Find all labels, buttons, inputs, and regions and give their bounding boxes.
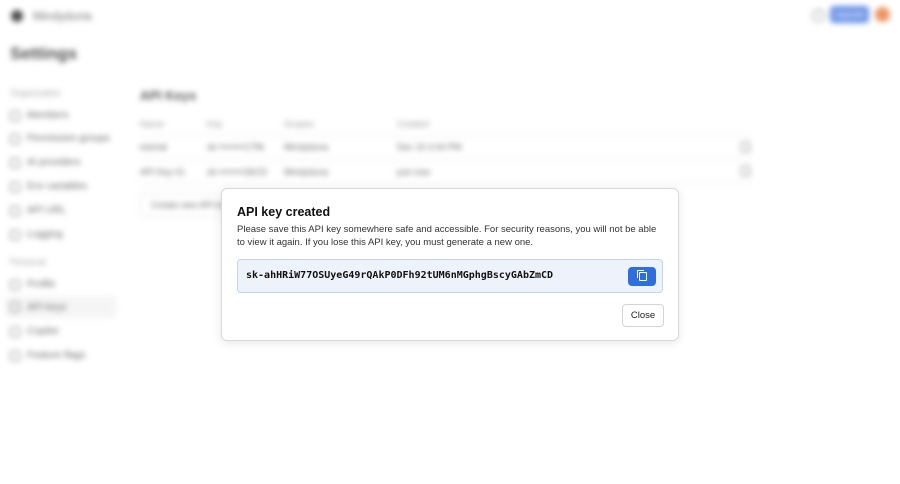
api-key-created-dialog: API key created Please save this API key… [221,188,679,341]
api-key-value[interactable]: sk-ahHRiW77OSUyeG49rQAkP0DFh92tUM6nMGphg… [246,270,553,281]
copy-button[interactable] [628,267,656,286]
dialog-description: Please save this API key somewhere safe … [237,224,657,248]
close-button[interactable]: Close [622,304,664,327]
api-key-display: sk-ahHRiW77OSUyeG49rQAkP0DFh92tUM6nMGphg… [237,259,663,293]
dialog-title: API key created [237,205,331,219]
